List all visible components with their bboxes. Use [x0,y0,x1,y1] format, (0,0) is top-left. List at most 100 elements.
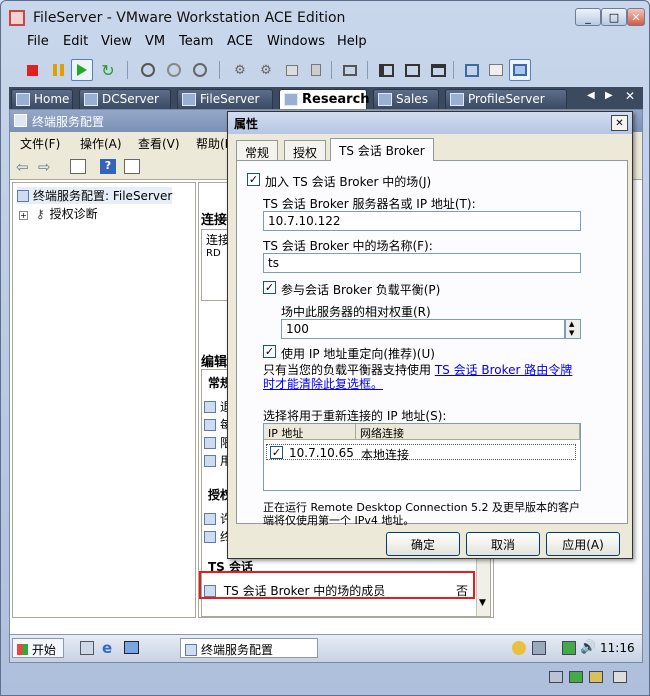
broker-tab-panel: ✓ 加入 TS 会话 Broker 中的场(J) TS 会话 Broker 服务… [236,160,628,527]
revert-snapshot-button[interactable] [163,59,185,81]
start-button[interactable]: 开始 [12,638,64,658]
ip-list-row[interactable]: ✓ 10.7.10.65 本地连接 [266,444,576,462]
forward-arrow-icon[interactable]: ⇨ [38,158,51,176]
menu-edit[interactable]: Edit [63,34,88,49]
menu-vm[interactable]: VM [145,34,165,49]
team-button-3[interactable] [281,59,303,81]
mmc-menu-file[interactable]: 文件(F) [20,135,60,152]
load-balance-checkbox[interactable]: ✓ [263,281,276,294]
properties-icon[interactable] [124,159,140,174]
summary-view-button[interactable] [461,59,483,81]
tab-general[interactable]: 常规 [236,140,279,160]
menu-team[interactable]: Team [179,34,213,49]
refresh-icon: ↻ [101,60,115,80]
clock-back-icon [167,63,181,77]
tray-network-icon[interactable] [532,641,546,655]
status-message-icon[interactable] [613,671,627,683]
column-network-connection[interactable]: 网络连接 [356,424,580,440]
tab-scroll-right-icon[interactable]: ▶ [605,90,613,101]
tab-fileserver[interactable]: FileServer [177,89,273,109]
ip-row-checkbox[interactable]: ✓ [270,446,283,459]
farm-name-label: TS 会话 Broker 中的场名称(F): [263,239,433,253]
quick-switch-button[interactable] [427,59,449,81]
internet-explorer-icon[interactable]: e [102,639,112,657]
weight-input[interactable]: 100 [281,319,565,339]
sidebar-toggle-button[interactable] [375,59,397,81]
status-network-icon[interactable] [569,671,583,683]
appliance-view-button[interactable] [485,59,507,81]
expand-plus-icon[interactable]: + [19,211,28,220]
rdc-footnote-line2: 端将仅使用第一个 IPv4 地址。 [263,514,415,527]
snapshot-manager-button[interactable] [189,59,211,81]
menu-windows[interactable]: Windows [267,34,325,49]
clock-stack-icon [193,63,207,77]
farm-name-input[interactable]: ts [263,253,581,273]
taskbar-task-ts-config[interactable]: 终端服务配置 [180,638,318,658]
tray-help-icon[interactable] [512,641,526,655]
box-icon [286,64,298,76]
minimize-button[interactable]: _ [575,8,601,26]
setting-icon [204,419,216,431]
capture-button[interactable] [339,59,361,81]
scroll-down-icon[interactable]: ▼ [479,598,486,608]
close-button[interactable]: ✕ [627,8,645,26]
suspend-button[interactable] [47,59,69,81]
join-farm-checkbox[interactable]: ✓ [247,173,260,186]
server-manager-icon[interactable] [80,641,94,655]
maximize-button[interactable]: □ [601,8,627,26]
tree-item-licensing[interactable]: + ⚷ 授权诊断 [19,205,98,222]
power-on-button[interactable] [71,59,93,81]
sidebar-icon [378,63,394,77]
back-arrow-icon[interactable]: ⇦ [16,158,29,176]
rdc-footnote: 正在运行 Remote Desktop Connection 5.2 及更早版本… [263,501,580,527]
show-tree-icon[interactable] [70,159,86,174]
snapshot-button[interactable] [137,59,159,81]
show-desktop-icon[interactable] [124,641,139,654]
spinner-down-icon[interactable]: ▼ [569,329,574,337]
cancel-button[interactable]: 取消 [466,532,540,556]
server-address-input[interactable]: 10.7.10.122 [263,211,581,231]
menu-view[interactable]: View [101,34,132,49]
help-icon[interactable]: ? [100,159,116,174]
tab-scroll-left-icon[interactable]: ◀ [587,90,595,101]
power-off-button[interactable] [21,59,43,81]
ip-address-list: IP 地址 网络连接 ✓ 10.7.10.65 本地连接 [263,423,581,491]
taskbar-clock[interactable]: 11:16 [600,641,635,655]
ip-redirect-checkbox[interactable]: ✓ [263,345,276,358]
connection-row[interactable]: RD [206,248,221,259]
ip-redirect-label: 使用 IP 地址重定向(推荐)(U) [281,347,435,361]
fullscreen-button[interactable] [401,59,423,81]
team-button-2[interactable]: ⚙ [255,59,277,81]
tab-home[interactable]: Home [11,89,73,109]
tab-licensing[interactable]: 授权 [284,140,327,160]
console-view-button[interactable] [509,59,531,81]
dialog-close-button[interactable]: ✕ [611,115,628,131]
spinner-up-icon[interactable]: ▲ [569,320,574,328]
mmc-menu-view[interactable]: 查看(V) [138,135,180,152]
tab-research[interactable]: Research [279,89,370,109]
team-button-4[interactable] [305,59,327,81]
status-usb-icon[interactable] [589,671,603,683]
tray-security-icon[interactable] [562,641,576,655]
status-hdd-icon[interactable] [549,671,563,683]
reset-button[interactable]: ↻ [97,59,119,81]
menu-help[interactable]: Help [337,34,367,49]
mmc-menu-action[interactable]: 操作(A) [80,135,122,152]
tab-close-icon[interactable]: ✕ [625,89,635,103]
tab-sales[interactable]: Sales [373,89,439,109]
menu-ace[interactable]: ACE [227,34,253,49]
menu-file[interactable]: File [27,34,49,49]
column-ip-address[interactable]: IP 地址 [264,424,356,440]
tab-profileserver[interactable]: ProfileServer [445,89,567,109]
tray-volume-icon[interactable]: 🔊 [580,640,596,655]
stop-icon [26,64,38,76]
tree-item-root[interactable]: 终端服务配置: FileServer [17,187,173,204]
apply-button[interactable]: 应用(A) [546,532,620,556]
tab-ts-session-broker[interactable]: TS 会话 Broker [330,138,434,161]
properties-dialog: 属性 ✕ 常规 授权 TS 会话 Broker ✓ 加入 TS 会话 Broke… [227,111,633,559]
vm-icon [378,93,392,106]
weight-spinner[interactable]: ▲ ▼ [565,319,581,339]
ok-button[interactable]: 确定 [386,532,460,556]
tab-dcserver[interactable]: DCServer [79,89,171,109]
team-button-1[interactable]: ⚙ [229,59,251,81]
